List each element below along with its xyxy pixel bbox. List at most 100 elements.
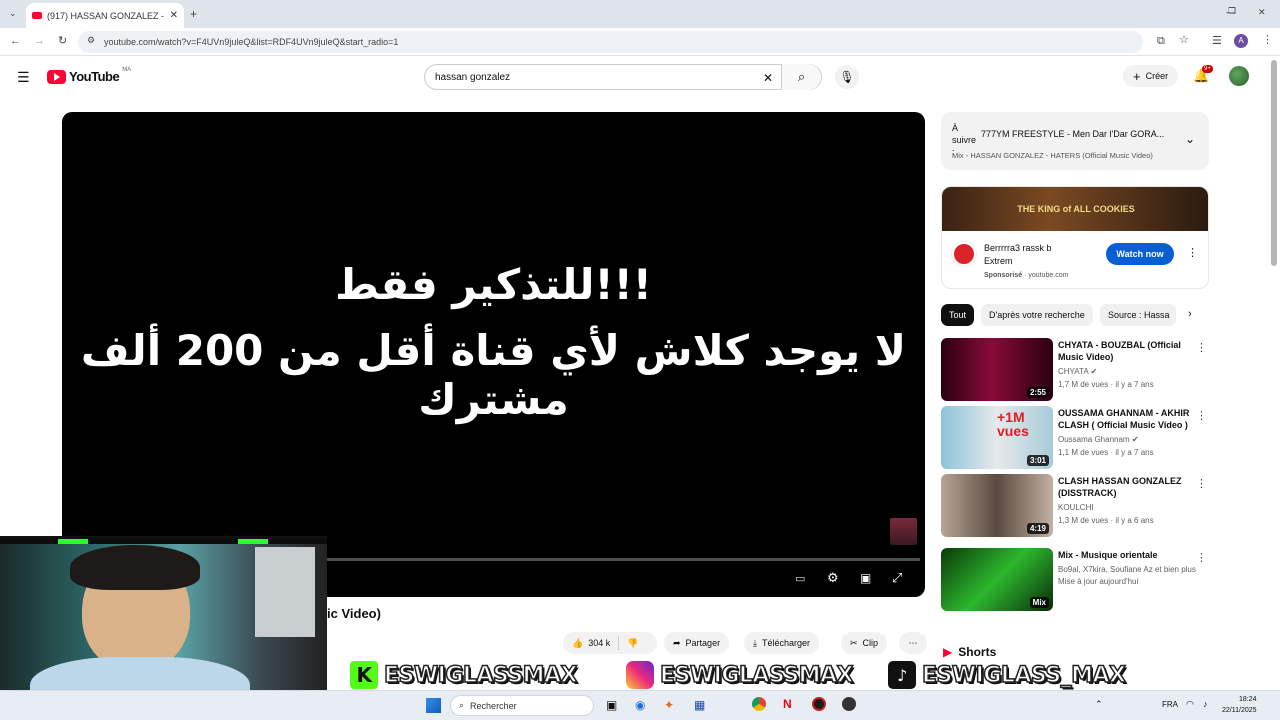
progress-bar[interactable] (324, 558, 920, 561)
search-icon: ⌕ (797, 69, 806, 84)
reload-icon[interactable]: ↻ (58, 36, 67, 47)
chip-all[interactable]: Tout (941, 304, 975, 326)
settings-gear-icon[interactable]: ⚙ (827, 570, 839, 586)
reading-list-icon[interactable]: ☰ (1212, 36, 1222, 47)
list-item[interactable]: 2:55 CHYATA - BOUZBAL (Official Music Vi… (941, 338, 1211, 402)
clip-button[interactable]: ✂ Clip (841, 632, 888, 654)
advertiser-logo (952, 242, 976, 266)
plus-icon: + (1133, 68, 1141, 84)
list-item[interactable]: 4:19 CLASH HASSAN GONZALEZ (DISSTRACK) K… (941, 474, 1211, 538)
windows-start-icon[interactable] (426, 698, 441, 713)
download-icon: ⤓ (753, 637, 757, 648)
up-next-card[interactable]: À suivre : 777YM FREESTYLE - Men Dar l'D… (941, 112, 1209, 170)
chip-source[interactable]: Source : Hassa (1100, 304, 1176, 326)
search-button[interactable]: ⌕ (781, 64, 821, 90)
notifications-button[interactable]: 🔔 9+ (1193, 65, 1213, 84)
forward-icon[interactable]: → (34, 36, 45, 47)
like-count[interactable]: 304 k (588, 638, 610, 648)
video-title[interactable]: CHYATA - BOUZBAL (Official Music Video) (1058, 339, 1198, 363)
maximize-icon[interactable]: ❐ (1228, 7, 1236, 16)
video-menu-icon[interactable]: ⋮ (1196, 477, 1207, 490)
list-item[interactable]: Mix Mix - Musique orientale Bo9al, X7kir… (941, 548, 1211, 612)
video-title[interactable]: CLASH HASSAN GONZALEZ (DISSTRACK) (1058, 475, 1198, 499)
video-menu-icon[interactable]: ⋮ (1196, 409, 1207, 422)
browser-tab-strip: ⌄ (917) HASSAN GONZALEZ - HA ✕ + — ❐ ✕ (0, 0, 1280, 28)
browser-tab[interactable]: (917) HASSAN GONZALEZ - HA ✕ (26, 3, 184, 28)
shorts-label: Shorts (958, 645, 997, 659)
voice-search-button[interactable]: 🎙 (835, 65, 859, 89)
ad-banner[interactable]: THE KING of ALL COOKIES (942, 187, 1208, 231)
create-label: Créer (1145, 71, 1169, 81)
download-button[interactable]: ⤓ Télécharger (744, 632, 820, 654)
dislike-icon[interactable]: 👎 (627, 638, 638, 649)
tray-chevron-icon[interactable]: ⌃ (1095, 699, 1103, 710)
fullscreen-icon[interactable]: ⤢ (892, 570, 902, 586)
video-thumbnail[interactable]: Mix (941, 548, 1053, 611)
profile-avatar[interactable]: A (1234, 34, 1248, 48)
browser-menu-icon[interactable]: ⋮ (1262, 35, 1273, 46)
shorts-header: ▶ Shorts (943, 645, 996, 659)
youtube-logo[interactable]: YouTube MA (47, 67, 131, 84)
windows-taskbar: ⌕ Rechercher ▣ ◉ ✦ ▦ N ⌃ FRA ◠ ♪ 18:24 2… (0, 690, 1280, 720)
mix-badge: Mix (1029, 597, 1049, 608)
chips-next-chevron-icon[interactable]: › (1188, 308, 1192, 320)
site-info-icon[interactable]: ⚙ (87, 36, 95, 45)
microphone-icon: 🎙 (839, 70, 855, 84)
volume-icon[interactable]: ♪ (1203, 699, 1208, 709)
address-bar[interactable]: ⚙ youtube.com/watch?v=F4UVn9juleQ&list=R… (78, 31, 1143, 53)
clear-search-icon[interactable]: ✕ (763, 71, 773, 85)
ad-menu-icon[interactable]: ⋮ (1187, 246, 1198, 259)
clip-label: Clip (862, 638, 879, 648)
theater-mode-icon[interactable]: ▣ (860, 571, 871, 585)
list-item[interactable]: +1M vues 3:01 OUSSAMA GHANNAM - AKHIR CL… (941, 406, 1211, 470)
instagram-handle-overlay: ESWIGLASSMAX (626, 660, 854, 690)
video-player[interactable]: للتذكير فقط!!! لا يوجد كلاش لأي قناة أقل… (62, 112, 925, 597)
new-tab-button[interactable]: + (190, 8, 197, 20)
video-thumbnail[interactable]: 2:55 (941, 338, 1053, 401)
video-menu-icon[interactable]: ⋮ (1196, 551, 1207, 564)
edge-icon[interactable]: ◉ (635, 698, 645, 712)
taskbar-search[interactable]: ⌕ Rechercher (450, 695, 594, 716)
youtube-favicon-icon (32, 12, 42, 19)
install-app-icon[interactable]: ⧉ (1157, 36, 1165, 47)
page-scrollbar[interactable] (1271, 60, 1277, 266)
tab-search-icon[interactable]: ⌄ (9, 9, 17, 18)
more-horiz-icon: ⋯ (908, 637, 918, 648)
like-icon[interactable]: 👍 (572, 638, 583, 649)
bookmark-star-icon[interactable]: ☆ (1179, 35, 1189, 46)
kick-handle: ESWIGLASSMAX (383, 662, 578, 689)
watch-now-button[interactable]: Watch now (1106, 243, 1174, 265)
shorts-icon: ▶ (943, 645, 953, 659)
subtitles-icon[interactable]: ▭ (795, 572, 805, 585)
hamburger-menu-icon[interactable]: ☰ (17, 70, 30, 84)
clock[interactable]: 18:24 22/11/2025 (1222, 694, 1257, 716)
copilot-icon[interactable]: ✦ (664, 698, 674, 712)
ad-card[interactable]: THE KING of ALL COOKIES Berrrrra3 rassk … (941, 186, 1209, 289)
channel-watermark[interactable] (890, 518, 917, 545)
video-title[interactable]: Mix - Musique orientale (1058, 549, 1198, 561)
account-avatar[interactable] (1229, 66, 1249, 86)
search-input[interactable]: hassan gonzalez ✕ ⌕ (424, 64, 822, 90)
netflix-icon[interactable]: N (783, 697, 792, 711)
chip-related[interactable]: D'après votre recherche (981, 304, 1093, 326)
taskbar-search-placeholder: Rechercher (470, 700, 517, 711)
video-menu-icon[interactable]: ⋮ (1196, 341, 1207, 354)
close-tab-icon[interactable]: ✕ (170, 10, 178, 21)
wifi-icon[interactable]: ◠ (1186, 699, 1194, 710)
video-thumbnail[interactable]: 4:19 (941, 474, 1053, 537)
task-view-icon[interactable]: ▣ (606, 698, 617, 712)
create-button[interactable]: + Créer (1123, 65, 1179, 87)
obs-icon[interactable] (812, 697, 826, 711)
chrome-icon[interactable] (752, 697, 766, 711)
video-title[interactable]: OUSSAMA GHANNAM - AKHIR CLASH ( Official… (1058, 407, 1198, 431)
app-icon[interactable] (842, 697, 856, 711)
chevron-down-icon[interactable]: ⌄ (1185, 132, 1195, 146)
language-indicator[interactable]: FRA (1162, 700, 1178, 709)
back-icon[interactable]: ← (10, 36, 21, 47)
channel-name: CHYATA ✔ (1058, 367, 1098, 376)
share-button[interactable]: ➦ Partager (664, 632, 730, 654)
store-icon[interactable]: ▦ (694, 698, 705, 712)
video-thumbnail[interactable]: +1M vues 3:01 (941, 406, 1053, 469)
close-window-icon[interactable]: ✕ (1258, 8, 1266, 17)
more-actions-button[interactable]: ⋯ (899, 632, 927, 654)
